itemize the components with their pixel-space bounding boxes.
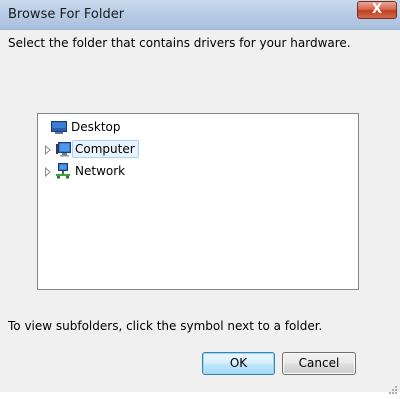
- ok-button[interactable]: OK: [202, 352, 275, 375]
- tree-item-label: Network: [75, 164, 126, 178]
- cancel-button[interactable]: Cancel: [282, 352, 356, 375]
- expand-arrow-icon[interactable]: [44, 144, 52, 156]
- expand-arrow-icon[interactable]: [44, 166, 52, 178]
- tree-item-network[interactable]: Network: [44, 162, 194, 180]
- window-title: Browse For Folder: [8, 7, 125, 22]
- title-bar[interactable]: Browse For Folder X: [0, 0, 400, 30]
- folder-tree[interactable]: Desktop Computer Network: [37, 113, 359, 290]
- tree-item-desktop[interactable]: Desktop: [44, 118, 194, 136]
- desktop-icon: [51, 119, 67, 135]
- hint-text: To view subfolders, click the symbol nex…: [8, 319, 323, 333]
- tree-item-label: Desktop: [71, 120, 121, 134]
- close-icon: X: [371, 2, 383, 17]
- computer-icon: [55, 141, 71, 157]
- close-button[interactable]: X: [357, 1, 397, 19]
- browse-for-folder-dialog: Browse For Folder X Select the folder th…: [0, 0, 400, 394]
- network-icon: [55, 163, 71, 179]
- tree-item-label: Computer: [72, 140, 139, 158]
- tree-item-computer[interactable]: Computer: [44, 140, 194, 158]
- resize-grip-icon[interactable]: [388, 380, 398, 394]
- instruction-text: Select the folder that contains drivers …: [8, 36, 351, 50]
